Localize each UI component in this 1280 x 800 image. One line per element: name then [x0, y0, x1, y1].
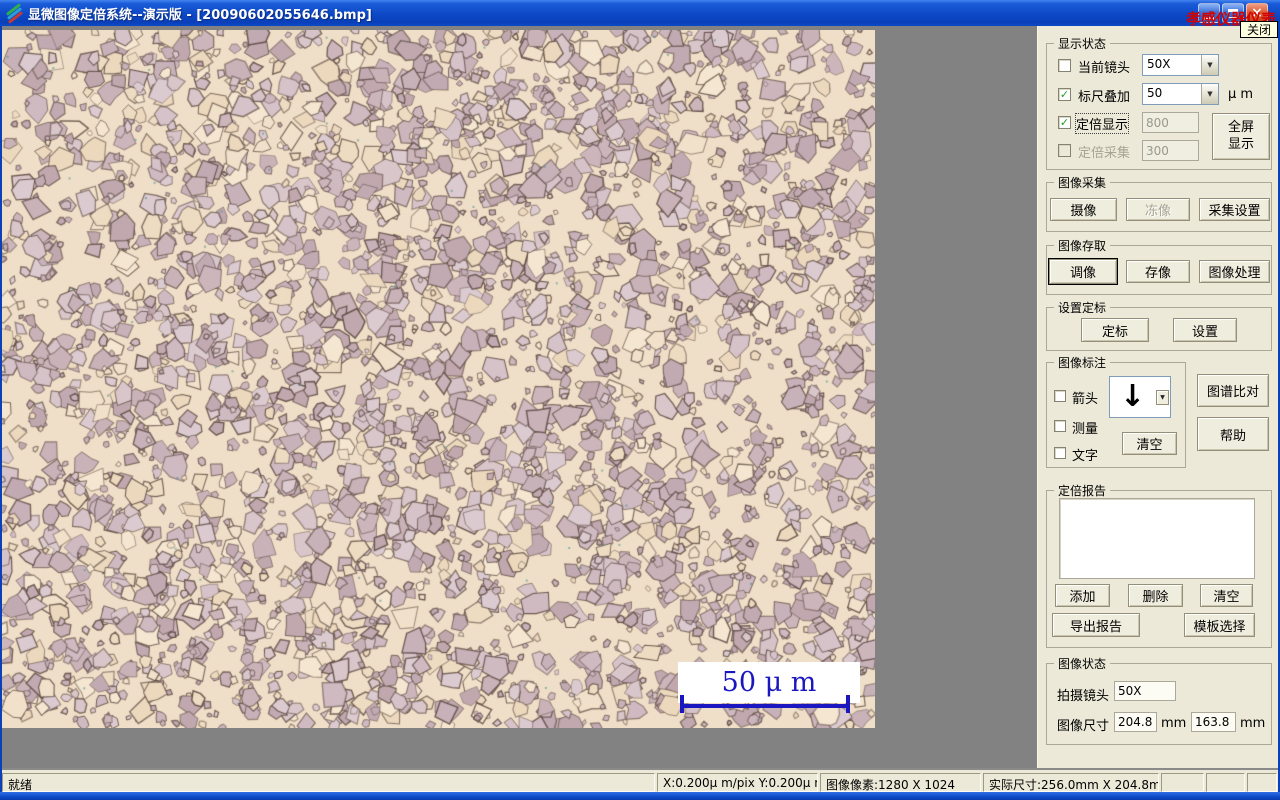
group-image-storage: 图像存取 调像 存像 图像处理 [1046, 237, 1272, 295]
scale-bar-label: 50 μ m [721, 667, 817, 698]
height-unit-label: mm [1240, 716, 1266, 731]
shoot-button[interactable]: 摄像 [1050, 198, 1117, 221]
group-image-capture-title: 图像采集 [1054, 174, 1111, 191]
fixed-capture-checkbox [1058, 144, 1071, 157]
group-calibration-title: 设置定标 [1054, 299, 1111, 316]
save-image-button[interactable]: 存像 [1126, 260, 1190, 283]
group-image-status-title: 图像状态 [1054, 655, 1111, 672]
status-actual-size: 实际尺寸:256.0mm X 204.8mm [983, 773, 1159, 792]
help-button[interactable]: 帮助 [1197, 417, 1269, 451]
ruler-overlay-label: 标尺叠加 [1078, 90, 1131, 105]
scale-bar-line [681, 704, 850, 708]
report-listbox[interactable] [1059, 498, 1255, 579]
image-height-field [1191, 712, 1236, 732]
measure-checkbox[interactable] [1054, 420, 1066, 432]
status-resolution: X:0.200μ m/pix Y:0.200μ m/pix [657, 773, 818, 792]
window-title: 显微图像定倍系统--演示版 - [20090602055646.bmp] [28, 8, 372, 23]
text-checkbox-label: 文字 [1072, 449, 1099, 464]
chevron-down-icon[interactable]: ▼ [1201, 84, 1218, 104]
down-arrow-icon: ↓ [1119, 379, 1146, 414]
status-empty-1 [1161, 773, 1204, 792]
arrow-style-dropdown-button[interactable]: ▼ [1155, 376, 1171, 418]
image-size-label: 图像尺寸 [1057, 719, 1110, 734]
fixed-display-input [1142, 112, 1199, 133]
group-calibration: 设置定标 定标 设置 [1046, 299, 1272, 351]
arrow-style-combo[interactable]: ↓ [1109, 376, 1155, 418]
current-lens-combo[interactable]: 50X ▼ [1142, 54, 1219, 76]
fixed-display-checkbox[interactable]: ✓ [1058, 116, 1071, 129]
scale-bar-tick-left [680, 695, 684, 713]
calibration-settings-button[interactable]: 设置 [1173, 318, 1237, 342]
ruler-value-combo[interactable]: 50 ▼ [1142, 83, 1219, 105]
chevron-down-icon: ▼ [1156, 389, 1169, 405]
fixed-capture-label: 定倍采集 [1078, 146, 1131, 161]
report-delete-button[interactable]: 删除 [1128, 584, 1183, 607]
group-report-title: 定倍报告 [1054, 482, 1111, 499]
capture-settings-button[interactable]: 采集设置 [1199, 198, 1270, 221]
clear-annotation-button[interactable]: 清空 [1122, 432, 1177, 455]
group-report: 定倍报告 添加 删除 清空 导出报告 模板选择 [1046, 482, 1272, 648]
status-ready: 就绪 [2, 773, 655, 792]
width-unit-label: mm [1161, 716, 1187, 731]
group-annotation: 图像标注 箭头 ↓ ▼ 测量 清空 文字 [1046, 354, 1186, 468]
arrow-checkbox[interactable] [1054, 390, 1066, 402]
lens-value-field [1114, 681, 1176, 701]
calibrate-button[interactable]: 定标 [1081, 318, 1149, 342]
ruler-unit-label: μ m [1228, 87, 1254, 102]
report-clear-button[interactable]: 清空 [1200, 584, 1253, 607]
group-annotation-title: 图像标注 [1054, 354, 1111, 371]
current-lens-checkbox[interactable] [1058, 59, 1071, 72]
fixed-display-label: 定倍显示 [1074, 113, 1130, 134]
scale-bar-box: 50 μ m [678, 662, 860, 703]
atlas-compare-button[interactable]: 图谱比对 [1197, 374, 1269, 407]
chevron-down-icon[interactable]: ▼ [1201, 55, 1218, 75]
freeze-button: 冻像 [1126, 198, 1190, 221]
status-empty-2 [1206, 773, 1245, 792]
status-bar: 就绪 X:0.200μ m/pix Y:0.200μ m/pix 图像像素:12… [2, 768, 1278, 792]
arrow-checkbox-label: 箭头 [1072, 392, 1099, 407]
fullscreen-button[interactable]: 全屏 显示 [1212, 113, 1270, 160]
group-image-status: 图像状态 拍摄镜头 图像尺寸 mm mm [1046, 655, 1272, 745]
group-image-storage-title: 图像存取 [1054, 237, 1111, 254]
app-icon [5, 3, 24, 24]
export-report-button[interactable]: 导出报告 [1052, 613, 1140, 637]
image-process-button[interactable]: 图像处理 [1199, 260, 1270, 283]
window-frame-bottom [0, 792, 1280, 800]
report-add-button[interactable]: 添加 [1055, 584, 1110, 607]
ruler-overlay-checkbox[interactable]: ✓ [1058, 88, 1071, 101]
current-lens-label: 当前镜头 [1078, 61, 1131, 76]
close-tooltip: 关闭 [1240, 21, 1278, 38]
group-display-status: 显示状态 当前镜头 50X ▼ ✓ 标尺叠加 50 ▼ μ m ✓ 定倍显示 定… [1046, 35, 1272, 170]
image-width-field [1114, 712, 1157, 732]
control-panel: 显示状态 当前镜头 50X ▼ ✓ 标尺叠加 50 ▼ μ m ✓ 定倍显示 定… [1037, 26, 1278, 768]
text-checkbox[interactable] [1054, 447, 1066, 459]
group-image-capture: 图像采集 摄像 冻像 采集设置 [1046, 174, 1272, 232]
status-empty-3 [1247, 773, 1277, 792]
title-bar: 显微图像定倍系统--演示版 - [20090602055646.bmp] × [0, 0, 1280, 26]
status-pixels: 图像像素:1280 X 1024 [820, 773, 981, 792]
micrograph-image[interactable] [2, 30, 875, 728]
measure-checkbox-label: 测量 [1072, 422, 1099, 437]
lens-label: 拍摄镜头 [1057, 689, 1110, 704]
scale-bar-tick-right [846, 695, 850, 713]
load-image-button[interactable]: 调像 [1049, 259, 1117, 284]
fixed-capture-input [1142, 140, 1199, 161]
group-display-status-title: 显示状态 [1054, 35, 1111, 52]
template-select-button[interactable]: 模板选择 [1184, 613, 1255, 637]
